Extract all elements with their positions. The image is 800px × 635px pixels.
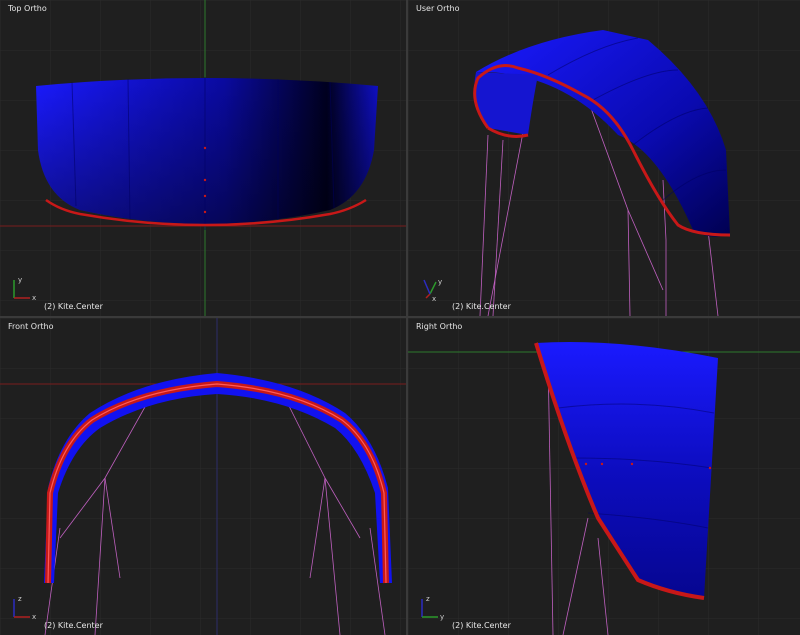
svg-text:y: y <box>438 278 442 286</box>
viewport-top-ortho[interactable]: Top Ortho y x (2) Kite.Center <box>0 0 406 316</box>
svg-text:x: x <box>32 294 36 302</box>
viewport-title: User Ortho <box>416 4 460 13</box>
axis-gizmo-icon: y x <box>13 276 36 302</box>
viewport-status: (2) Kite.Center <box>44 621 103 630</box>
svg-text:x: x <box>32 613 36 621</box>
top-ortho-scene[interactable] <box>0 0 406 316</box>
viewport-title: Right Ortho <box>416 322 463 331</box>
front-ortho-scene[interactable] <box>0 318 406 635</box>
svg-text:y: y <box>18 276 22 284</box>
svg-text:z: z <box>18 595 22 603</box>
viewport-title: Top Ortho <box>8 4 47 13</box>
svg-text:z: z <box>426 595 430 603</box>
viewport-right-ortho[interactable]: Right Ortho z y (2) Kite.Center <box>408 318 800 635</box>
right-ortho-scene[interactable] <box>408 318 800 635</box>
viewport-status: (2) Kite.Center <box>452 621 511 630</box>
svg-text:y: y <box>440 613 444 621</box>
axis-gizmo-icon: y x <box>423 278 442 302</box>
viewport-front-ortho[interactable]: Front Ortho z x (2) Kite.Center <box>0 318 406 635</box>
user-ortho-scene[interactable] <box>408 0 800 316</box>
axis-gizmo-icon: z y <box>421 595 444 621</box>
svg-text:x: x <box>432 295 436 302</box>
viewport-title: Front Ortho <box>8 322 54 331</box>
viewport-status: (2) Kite.Center <box>44 302 103 311</box>
viewport-splitter-horizontal[interactable] <box>0 316 800 318</box>
viewport-status: (2) Kite.Center <box>452 302 511 311</box>
axis-gizmo-icon: z x <box>13 595 36 621</box>
viewport-user-ortho[interactable]: User Ortho y x (2) Kite.Center <box>408 0 800 316</box>
